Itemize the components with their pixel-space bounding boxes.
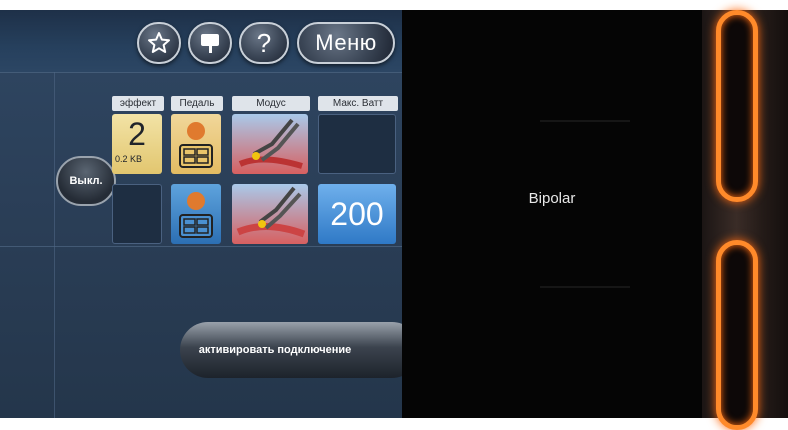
socket-slot-lower <box>716 240 758 430</box>
max-watt-tile-empty[interactable] <box>318 114 396 174</box>
side-display: Bipolar <box>402 10 702 418</box>
effect-sub-value: 0.2 KB <box>115 154 143 164</box>
touch-screen: ? Меню эффект Педаль Модус Макс. Ватт Вы… <box>0 10 402 418</box>
flag-icon <box>201 34 219 53</box>
pedal-tile[interactable] <box>171 114 221 174</box>
max-watt-value[interactable]: 200 <box>318 184 396 244</box>
bipolar-forceps-icon <box>236 186 306 238</box>
bipolar-forceps-icon <box>238 118 303 169</box>
star-icon <box>148 32 170 53</box>
grid-divider <box>54 72 55 418</box>
foot-pedal-icon <box>179 122 213 168</box>
pedal-tile[interactable] <box>171 184 221 244</box>
effect-tile-empty[interactable] <box>112 184 162 244</box>
display-line <box>540 286 630 288</box>
mode-tile[interactable] <box>232 184 308 244</box>
favorite-button[interactable] <box>137 22 181 64</box>
mode-label: Bipolar <box>528 190 576 207</box>
display-line <box>540 120 630 122</box>
mode-tile[interactable] <box>232 114 308 174</box>
effect-value: 2 <box>128 116 146 152</box>
effect-tile[interactable]: 2 0.2 KB <box>112 114 162 174</box>
notes-button[interactable] <box>188 22 232 64</box>
grid-divider <box>0 246 402 247</box>
column-header-mode: Модус <box>232 96 310 111</box>
socket-slot-upper <box>716 10 758 202</box>
column-header-max-watt: Макс. Ватт <box>318 96 398 111</box>
activate-connection-button[interactable]: активировать подключение <box>180 322 402 378</box>
column-header-pedal: Педаль <box>171 96 223 111</box>
device-bezel <box>702 10 788 430</box>
off-button[interactable]: Выкл. <box>56 156 116 206</box>
foot-pedal-icon <box>179 192 213 238</box>
help-button[interactable]: ? <box>239 22 289 64</box>
menu-button[interactable]: Меню <box>297 22 395 64</box>
grid-divider <box>0 72 402 73</box>
column-header-effect: эффект <box>112 96 164 111</box>
